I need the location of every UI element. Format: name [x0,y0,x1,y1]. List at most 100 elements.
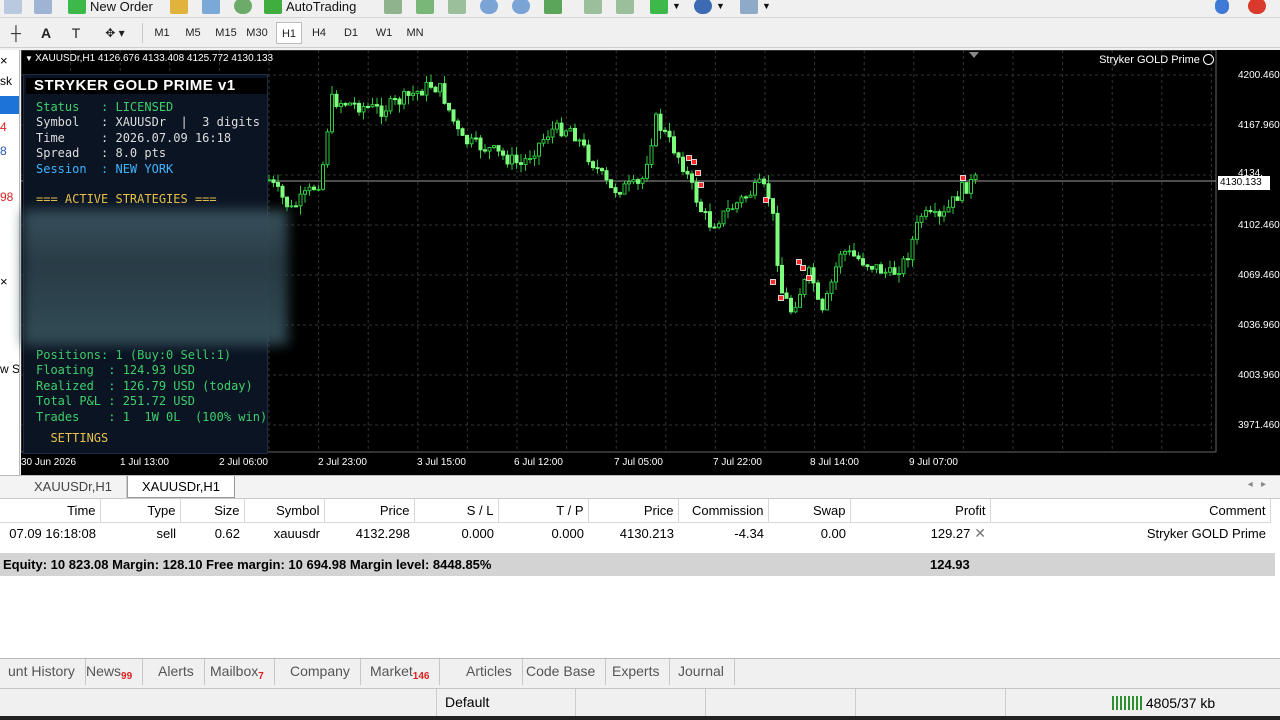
candle-body [546,136,550,141]
terminal-tab-news[interactable]: News99 [78,659,144,685]
chart-tab-active[interactable]: XAUUSDr,H1 [127,476,236,498]
globe-icon[interactable] [234,0,252,16]
timeframe-m5[interactable]: M5 [180,24,206,42]
table-cell: 0.00 [820,526,846,542]
text-label-icon[interactable]: T [66,24,86,42]
candle-body [402,91,406,105]
column-header[interactable]: T / P [498,499,589,523]
candle-body [451,109,456,122]
arrows-dropdown-icon[interactable]: ✥ ▾ [98,24,132,42]
column-header[interactable]: Time [0,499,101,523]
profiles-icon[interactable] [4,0,22,16]
chart-tabs-bar: XAUUSDr,H1 XAUUSDr,H1 ◂ ▸ [0,475,1280,498]
timeframe-m1[interactable]: M1 [150,24,174,42]
candle-body [739,196,744,204]
column-header[interactable]: Size [180,499,245,523]
crosshair-icon[interactable]: ┼ [6,24,26,42]
strategies-header: === ACTIVE STRATEGIES === [36,192,217,206]
autoscroll-icon[interactable] [616,0,634,16]
tile-windows-icon[interactable] [544,0,562,16]
time-label: 1 Jul 13:00 [120,457,169,468]
column-header[interactable]: Comment [990,499,1271,523]
candle-body [694,181,699,203]
trade-table: Time Type Size Symbol Price S / LT / P Price Co… [0,499,1271,545]
candle-body [834,266,838,283]
timeframe-h1[interactable]: H1 [276,22,302,44]
new-order-button[interactable]: New Order [68,0,153,16]
terminal-tab-experts[interactable]: Experts [604,659,671,685]
column-header[interactable]: Commission [678,499,769,523]
search-icon[interactable] [1215,0,1229,16]
timeframe-mn[interactable]: MN [402,24,428,42]
candle-body [613,187,618,194]
column-header[interactable]: Type [100,499,181,523]
community-icon[interactable] [202,0,220,16]
candle-body [667,130,672,138]
candle-body [456,120,460,130]
terminal-tab-market[interactable]: Market146 [362,659,441,685]
terminal-tab-code-base[interactable]: Code Base [518,659,607,685]
time-label: 9 Jul 07:00 [909,457,958,468]
panel-close-icon[interactable]: × [0,53,19,68]
column-header[interactable]: Profit [850,499,991,523]
timeframe-m15[interactable]: M15 [212,24,240,42]
terminal-tab-company[interactable]: Company [282,659,361,685]
candle-body [946,206,951,213]
price-chart[interactable]: ▼ XAUUSDr,H1 4126.676 4133.408 4125.772 … [21,50,1280,475]
candle-body [424,81,429,96]
periodicity-icon[interactable]: ▼ [694,0,725,16]
column-header[interactable]: Price [324,499,415,523]
column-header[interactable]: S / L [414,499,499,523]
candle-body [289,205,294,208]
chart-tab[interactable]: XAUUSDr,H1 [20,476,128,498]
candle-body [483,149,487,152]
terminal-tab-journal[interactable]: Journal [670,659,735,685]
candle-body [870,265,874,270]
notification-icon[interactable] [1248,0,1266,16]
ea-panel-title: STRYKER GOLD PRIME v1 [26,78,267,94]
panel-close-icon[interactable]: × [0,274,19,289]
terminal-tab-articles[interactable]: Articles [458,659,523,685]
candle-body [793,306,798,313]
time-label: 2 Jul 23:00 [318,457,367,468]
indicators-icon[interactable]: ▼ [650,0,681,16]
trade-marker [770,279,776,285]
close-position-icon[interactable]: ✕ [970,525,986,541]
chart-shift-icon[interactable] [584,0,602,16]
tab-badge: 99 [121,671,133,682]
text-tool-icon[interactable]: A [36,24,56,42]
candlestick-icon[interactable] [416,0,434,16]
spread-row: Spread : 8.0 pts [36,146,167,160]
candle-body [649,145,654,165]
terminal-tab-unt-history[interactable]: unt History [0,659,86,685]
zoom-in-icon[interactable] [480,0,498,16]
autotrading-button[interactable]: AutoTrading [264,0,356,16]
candle-body [307,186,312,192]
line-chart-icon[interactable] [448,0,466,16]
navigator-selected-row[interactable] [0,96,19,114]
terminal-tab-alerts[interactable]: Alerts [150,659,205,685]
terminal-tab-mailbox[interactable]: Mailbox7 [202,659,275,685]
metaeditor-icon[interactable] [170,0,188,16]
column-header[interactable]: Symbol [244,499,325,523]
table-row[interactable]: 07.09 16:18:08 sell 0.62 xauusdr 4132.298 0.0… [0,522,1270,545]
floating-row: Floating : 124.93 USD [36,363,195,377]
candle-body [766,183,771,200]
timeframe-d1[interactable]: D1 [339,24,363,42]
bar-chart-icon[interactable] [384,0,402,16]
column-header[interactable]: Swap [768,499,851,523]
table-cell: -4.34 [734,526,764,542]
terminal-tabs-bar: unt History News99 Alerts Mailbox7 Company Ma… [0,658,1280,685]
templates-icon[interactable]: ▼ [740,0,771,16]
timeframe-h4[interactable]: H4 [307,24,331,42]
market-watch-icon[interactable] [34,0,52,16]
tab-scroll-arrows[interactable]: ◂ ▸ [1248,479,1266,490]
candle-body [604,170,609,181]
zoom-out-icon[interactable] [512,0,530,16]
candle-body [919,215,924,223]
column-header[interactable]: Price [588,499,679,523]
tab-badge: 7 [258,671,264,682]
timeframe-m30[interactable]: M30 [243,24,271,42]
timeframe-w1[interactable]: W1 [371,24,397,42]
candle-body [271,179,276,184]
